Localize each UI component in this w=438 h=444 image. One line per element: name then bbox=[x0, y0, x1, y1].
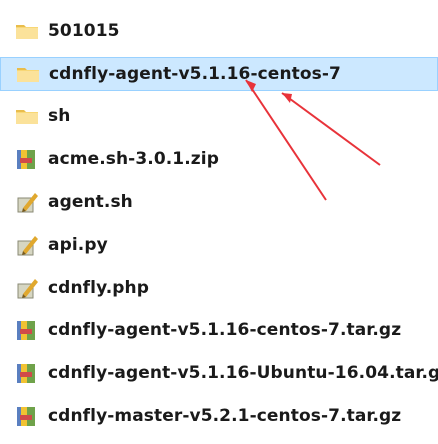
file-name: agent.sh bbox=[48, 192, 133, 212]
file-row-acme-zip[interactable]: acme.sh-3.0.1.zip bbox=[0, 142, 438, 176]
archive-icon bbox=[15, 318, 39, 342]
file-name: 501015 bbox=[48, 21, 120, 41]
file-row-sh[interactable]: sh bbox=[0, 99, 438, 133]
file-row-agent-ubuntu-tar[interactable]: cdnfly-agent-v5.1.16-Ubuntu-16.04.tar.gz bbox=[0, 356, 438, 390]
file-name: acme.sh-3.0.1.zip bbox=[48, 149, 219, 169]
script-icon bbox=[15, 233, 39, 257]
file-list: 501015 cdnfly-agent-v5.1.16-centos-7 sh … bbox=[0, 0, 438, 444]
archive-icon bbox=[15, 361, 39, 385]
file-name: sh bbox=[48, 106, 71, 126]
file-row-501015[interactable]: 501015 bbox=[0, 14, 438, 48]
file-name: cdnfly-master-v5.2.1-centos-7.tar.gz bbox=[48, 406, 402, 426]
file-name: cdnfly.php bbox=[48, 278, 149, 298]
file-row-agent-centos-tar[interactable]: cdnfly-agent-v5.1.16-centos-7.tar.gz bbox=[0, 313, 438, 347]
file-name: api.py bbox=[48, 235, 108, 255]
file-name: cdnfly-agent-v5.1.16-centos-7.tar.gz bbox=[48, 320, 402, 340]
file-row-master-centos-tar[interactable]: cdnfly-master-v5.2.1-centos-7.tar.gz bbox=[0, 399, 438, 433]
file-row-api-py[interactable]: api.py bbox=[0, 228, 438, 262]
script-icon bbox=[15, 276, 39, 300]
archive-icon bbox=[15, 147, 39, 171]
file-row-agent-sh[interactable]: agent.sh bbox=[0, 185, 438, 219]
file-name: cdnfly-agent-v5.1.16-centos-7 bbox=[49, 64, 341, 84]
script-icon bbox=[15, 190, 39, 214]
folder-icon bbox=[16, 62, 40, 86]
folder-icon bbox=[15, 19, 39, 43]
file-name: cdnfly-agent-v5.1.16-Ubuntu-16.04.tar.gz bbox=[48, 363, 438, 383]
folder-icon bbox=[15, 104, 39, 128]
archive-icon bbox=[15, 404, 39, 428]
file-row-cdnfly-php[interactable]: cdnfly.php bbox=[0, 271, 438, 305]
file-row-cdnfly-agent-folder[interactable]: cdnfly-agent-v5.1.16-centos-7 bbox=[0, 57, 438, 91]
